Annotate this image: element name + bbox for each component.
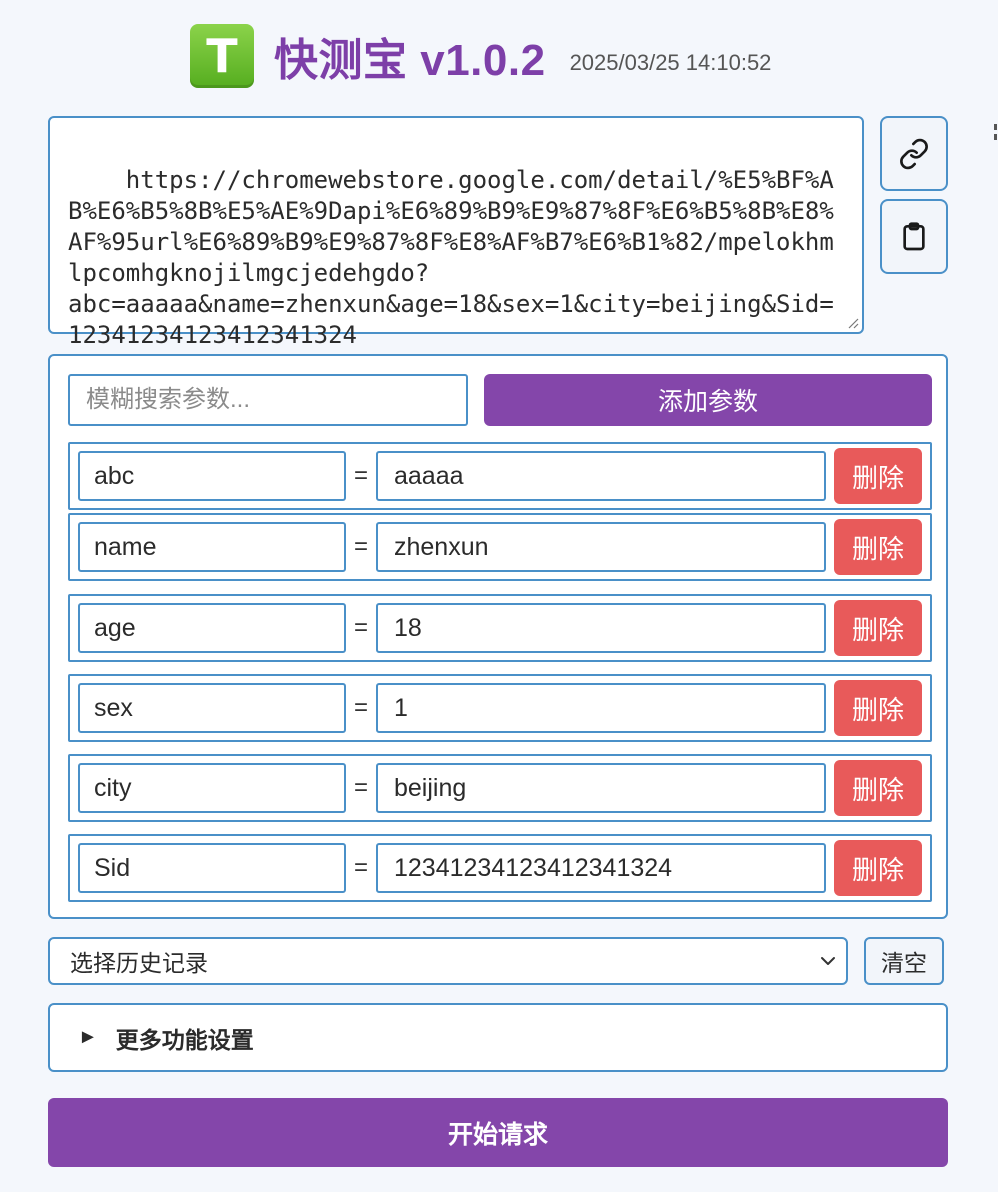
timestamp: 2025/03/25 14:10:52 — [569, 50, 772, 75]
paste-clipboard-button[interactable] — [880, 199, 948, 274]
clear-history-button[interactable]: 清空 — [864, 937, 944, 985]
equals-sign: = — [353, 462, 368, 489]
equals-sign: = — [353, 533, 368, 560]
app-title: 快测宝 v1.0.2 — [274, 36, 546, 85]
more-settings-label: 更多功能设置 — [115, 1026, 254, 1053]
param-value-input[interactable]: 18 — [376, 603, 826, 653]
copy-link-button[interactable] — [880, 116, 948, 191]
start-request-button[interactable]: 开始请求 — [48, 1098, 948, 1167]
param-value-input[interactable]: 1 — [376, 683, 826, 733]
param-key-input[interactable]: age — [78, 603, 346, 653]
window-edge-dots-icon — [994, 124, 997, 140]
link-icon — [900, 138, 928, 169]
param-key-input[interactable]: name — [78, 522, 346, 572]
delete-param-button[interactable]: 删除 — [834, 519, 922, 575]
param-row: age = 18 删除 — [68, 594, 932, 662]
more-settings-toggle[interactable]: ► 更多功能设置 — [48, 1003, 948, 1072]
param-value-input[interactable]: 12341234123412341324 — [376, 843, 826, 893]
delete-param-button[interactable]: 删除 — [834, 680, 922, 736]
param-row: abc = aaaaa 删除 — [68, 442, 932, 510]
delete-param-button[interactable]: 删除 — [834, 600, 922, 656]
param-row: sex = 1 删除 — [68, 674, 932, 742]
app-logo: T — [190, 24, 254, 88]
param-value-input[interactable]: zhenxun — [376, 522, 826, 572]
param-row: city = beijing 删除 — [68, 754, 932, 822]
url-text: https://chromewebstore.google.com/detail… — [68, 166, 834, 349]
add-param-button[interactable]: 添加参数 — [484, 374, 932, 426]
delete-param-button[interactable]: 删除 — [834, 760, 922, 816]
logo-letter: T — [206, 29, 238, 83]
param-row: Sid = 12341234123412341324 删除 — [68, 834, 932, 902]
url-textarea[interactable]: https://chromewebstore.google.com/detail… — [48, 116, 864, 349]
params-panel: 添加参数 abc = aaaaa 删除 name = zhenxun 删除 ag… — [48, 354, 948, 919]
popup-page: T 快测宝 v1.0.2 2025/03/25 14:10:52 https:/… — [0, 0, 998, 1192]
expand-triangle-icon: ► — [78, 1026, 98, 1048]
header: T 快测宝 v1.0.2 2025/03/25 14:10:52 — [190, 24, 771, 88]
chevron-down-icon — [821, 957, 835, 965]
equals-sign: = — [353, 614, 368, 641]
delete-param-button[interactable]: 删除 — [834, 448, 922, 504]
equals-sign: = — [353, 694, 368, 721]
param-key-input[interactable]: Sid — [78, 843, 346, 893]
history-select[interactable]: 选择历史记录 — [48, 937, 848, 985]
param-value-input[interactable]: beijing — [376, 763, 826, 813]
history-selected-value: 选择历史记录 — [70, 950, 208, 976]
delete-param-button[interactable]: 删除 — [834, 840, 922, 896]
resize-grip-icon[interactable] — [847, 317, 859, 329]
param-row: name = zhenxun 删除 — [68, 513, 932, 581]
param-key-input[interactable]: abc — [78, 451, 346, 501]
param-search-input[interactable] — [68, 374, 468, 426]
equals-sign: = — [353, 774, 368, 801]
equals-sign: = — [353, 854, 368, 881]
param-value-input[interactable]: aaaaa — [376, 451, 826, 501]
clipboard-icon — [903, 221, 925, 250]
param-key-input[interactable]: city — [78, 763, 346, 813]
param-key-input[interactable]: sex — [78, 683, 346, 733]
